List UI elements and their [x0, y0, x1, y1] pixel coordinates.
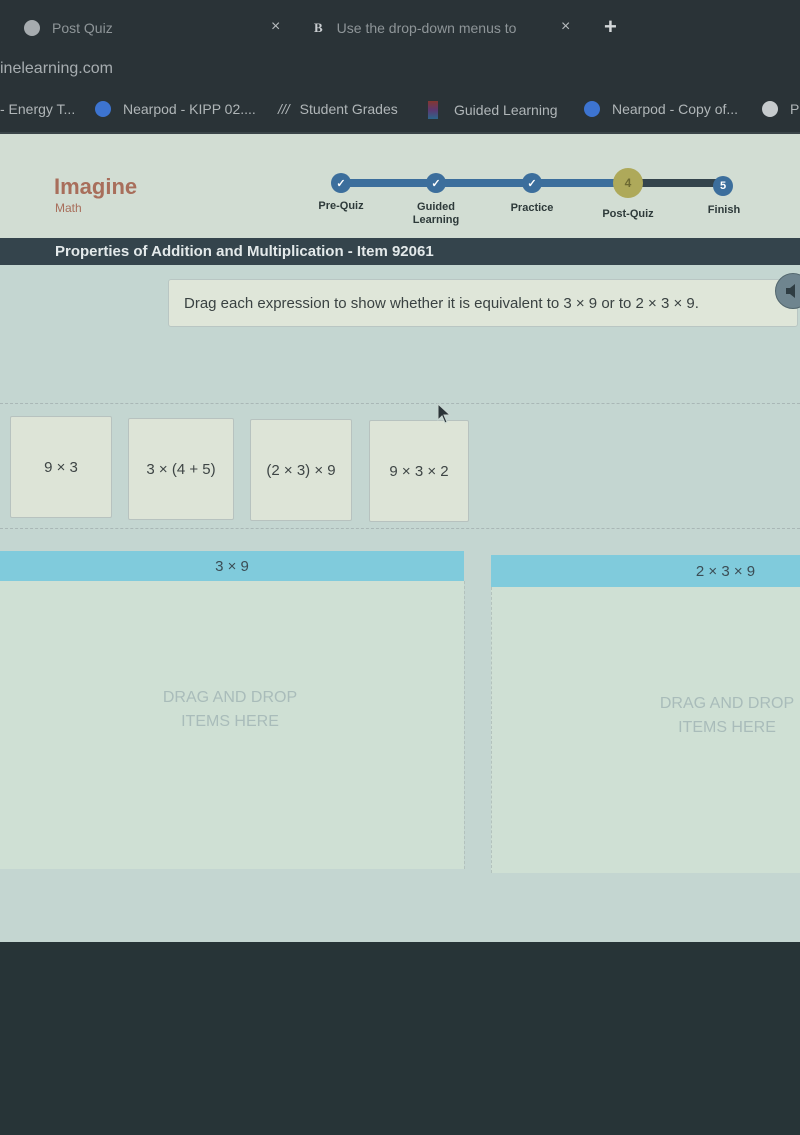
grades-icon: /// — [278, 101, 290, 117]
item-title-bar: Properties of Addition and Multiplicatio… — [0, 238, 800, 265]
tab-label: Post Quiz — [52, 20, 113, 36]
item-title: Properties of Addition and Multiplicatio… — [55, 243, 434, 260]
bookmark-label: Guided Learning — [454, 102, 558, 118]
audio-button[interactable] — [775, 273, 800, 309]
drop-zone-3x9[interactable]: 3 × 9 DRAG AND DROP ITEMS HERE — [0, 551, 465, 869]
instruction-box: Drag each expression to show whether it … — [168, 279, 798, 327]
drop-hint: DRAG AND DROP ITEMS HERE — [659, 695, 795, 736]
logo-subtitle: Math — [55, 201, 82, 215]
app-header: Imagine Math ✓ ✓ ✓ 4 5 Pre-Quiz Guided L… — [0, 134, 800, 238]
speaker-icon — [786, 284, 795, 298]
expression-card[interactable]: (2 × 3) × 9 — [250, 419, 352, 521]
bookmark-label: - Energy T... — [0, 101, 76, 117]
step-post-quiz: 4 — [613, 168, 643, 198]
browser-tab-bar: Post Quiz × B Use the drop-down menus to… — [0, 0, 800, 50]
bookmark-student-grades[interactable]: /// Student Grades — [278, 101, 398, 117]
bookmarks-bar: - Energy T... Nearpod - KIPP 02.... /// … — [0, 88, 800, 134]
bookmark-guided-learning[interactable]: Guided Learning — [428, 101, 558, 119]
bookmark-label: P — [790, 101, 800, 117]
progress-line-complete — [341, 179, 628, 187]
close-tab-icon[interactable]: × — [561, 18, 570, 36]
question-area: Drag each expression to show whether it … — [0, 265, 800, 942]
new-tab-button[interactable]: + — [604, 14, 617, 40]
step-label: Post-Quiz — [602, 208, 654, 220]
expression-card[interactable]: 9 × 3 — [10, 416, 112, 518]
tab-label: Use the drop-down menus to — [336, 20, 517, 36]
globe-icon — [24, 20, 40, 36]
tab-brainly[interactable]: B Use the drop-down menus to — [314, 14, 516, 42]
drop-zone-heading-text: 2 × 3 × 9 — [695, 562, 756, 580]
expression-card[interactable]: 9 × 3 × 2 — [369, 420, 469, 522]
expression-card[interactable]: 3 × (4 + 5) — [128, 418, 234, 520]
step-guided-learning: ✓ — [426, 173, 446, 193]
drop-zone-heading: 2 × 3 × 9 — [491, 555, 800, 587]
drop-zone-heading: 3 × 9 — [0, 551, 464, 581]
guided-icon — [428, 101, 438, 119]
bookmark-nearpod-kipp[interactable]: Nearpod - KIPP 02.... — [95, 101, 256, 117]
tab-post-quiz[interactable]: Post Quiz — [24, 14, 113, 42]
drop-hint: DRAG AND DROP ITEMS HERE — [162, 689, 298, 730]
drop-zone-2x3x9[interactable]: 2 × 3 × 9 DRAG AND DROP ITEMS HERE — [491, 555, 800, 873]
globe-icon — [762, 101, 778, 117]
step-label: Pre-Quiz — [318, 200, 364, 212]
bookmark-label: Nearpod - KIPP 02.... — [123, 101, 256, 117]
bookmark-label: Student Grades — [299, 101, 398, 117]
bookmark-p[interactable]: P — [762, 101, 799, 117]
screen-bezel — [0, 942, 800, 1135]
step-label: Finish — [707, 204, 741, 216]
card-bank: 9 × 3 3 × (4 + 5) (2 × 3) × 9 9 × 3 × 2 — [0, 403, 800, 529]
bookmark-label: Nearpod - Copy of... — [612, 101, 739, 117]
logo-title: Imagine — [54, 174, 138, 199]
imagine-math-page: Imagine Math ✓ ✓ ✓ 4 5 Pre-Quiz Guided L… — [0, 134, 800, 942]
step-finish: 5 — [713, 176, 733, 196]
bookmark-energy[interactable]: - Energy T... — [0, 101, 75, 117]
bookmark-nearpod-copy[interactable]: Nearpod - Copy of... — [584, 101, 738, 117]
mouse-cursor-icon — [437, 403, 452, 424]
check-icon: ✓ — [527, 177, 537, 190]
url-text[interactable]: inelearning.com — [0, 60, 113, 78]
check-icon: ✓ — [431, 177, 441, 190]
step-label: Practice — [510, 202, 554, 214]
step-number: 5 — [719, 180, 727, 192]
nearpod-icon — [95, 101, 111, 117]
step-number: 4 — [624, 176, 632, 190]
step-label: Guided Learning — [412, 201, 460, 226]
drop-zone-body[interactable]: DRAG AND DROP ITEMS HERE — [491, 587, 800, 873]
close-tab-icon[interactable]: × — [271, 18, 280, 36]
nearpod-icon — [584, 101, 600, 117]
address-bar[interactable]: inelearning.com — [0, 50, 800, 88]
step-practice: ✓ — [522, 173, 542, 193]
check-icon: ✓ — [336, 177, 346, 190]
drop-zone-body[interactable]: DRAG AND DROP ITEMS HERE — [0, 581, 465, 869]
instruction-text: Drag each expression to show whether it … — [184, 295, 699, 312]
step-pre-quiz: ✓ — [331, 173, 351, 193]
brainly-icon: B — [314, 20, 323, 35]
